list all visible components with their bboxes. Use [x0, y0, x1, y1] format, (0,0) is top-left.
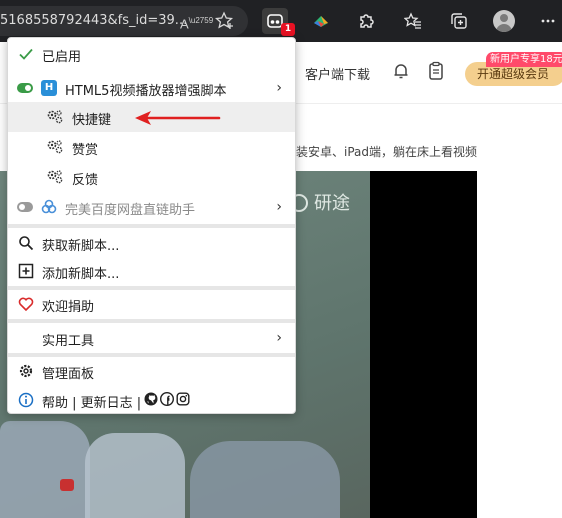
tampermonkey-extension-button[interactable]: 1 [262, 8, 295, 36]
video-watermark: 研途 [290, 189, 350, 215]
menu-item-label: 赞赏 [72, 143, 99, 158]
menu-item-label: 快捷键 [72, 113, 112, 128]
client-download-link[interactable]: 客户端下载 [305, 64, 370, 83]
instagram-icon[interactable] [176, 392, 192, 408]
menu-item-donate-script[interactable]: 赞赏 [8, 132, 295, 162]
video-person [190, 441, 340, 518]
chevron-right-icon: › [276, 330, 282, 346]
video-letterbox [370, 171, 477, 518]
toggle-knob [25, 85, 31, 91]
github-icon[interactable] [144, 392, 160, 408]
facebook-icon[interactable] [159, 391, 176, 408]
script-toggle-switch[interactable] [17, 83, 33, 93]
menu-item-get-new-script[interactable]: 获取新脚本... [8, 228, 295, 258]
profile-avatar[interactable] [493, 10, 515, 32]
avatar-body [496, 24, 512, 32]
read-aloud-label: A [180, 16, 189, 32]
gear-cluster-icon [46, 139, 63, 155]
video-person [0, 421, 90, 518]
toggle-knob [19, 204, 25, 210]
read-aloud-icon[interactable]: A\u2759 [180, 10, 213, 32]
tampermonkey-menu: 已启用 H HTML5视频播放器增强脚本 › 快捷键 赞赏 反馈 完美百度网盘直… [7, 37, 296, 414]
bell-icon[interactable] [392, 62, 410, 84]
clipboard-icon[interactable] [427, 61, 445, 85]
script-icon-letter: H [44, 82, 54, 93]
checkmark-icon [18, 46, 34, 62]
chevron-right-icon: › [276, 80, 282, 96]
more-options-icon[interactable] [535, 8, 561, 34]
menu-item-label: 已启用 [42, 50, 82, 65]
url-text[interactable]: 5168558792443&fs_id=39... [0, 6, 187, 36]
page-description: 装安卓、iPad端，躺在床上看视频 [296, 145, 478, 159]
gear-cluster-icon [46, 109, 63, 125]
menu-item-help[interactable]: 帮助 | 更新日志 | [8, 385, 295, 415]
video-person [85, 433, 185, 518]
annotation-arrow-icon [135, 111, 221, 125]
avatar-head [500, 14, 508, 22]
extension-badge: 1 [281, 23, 295, 36]
promo-tag: 新用户专享18元 [486, 52, 562, 67]
script-html5-icon: H [41, 80, 57, 96]
info-icon [18, 392, 34, 408]
script-toggle-switch[interactable] [17, 202, 33, 212]
menu-item-feedback[interactable]: 反馈 [8, 162, 295, 192]
search-icon [18, 235, 34, 251]
extensions-puzzle-icon[interactable] [353, 8, 379, 34]
menu-item-label: 实用工具 [42, 334, 95, 349]
gear-cluster-icon [46, 169, 63, 185]
menu-item-donate[interactable]: 欢迎捐助 [8, 289, 295, 319]
menu-item-add-new-script[interactable]: 添加新脚本... [8, 256, 295, 286]
browser-toolbar: 5168558792443&fs_id=39... A\u2759 1 [0, 0, 562, 42]
menu-item-label: 欢迎捐助 [42, 300, 95, 315]
menu-item-label: 获取新脚本... [42, 239, 120, 254]
add-box-icon [18, 263, 34, 279]
menu-item-utilities[interactable]: 实用工具 › [8, 323, 295, 353]
menu-item-label: 完美百度网盘直链助手 [65, 203, 196, 218]
script-baidu-icon [41, 199, 57, 215]
collections-icon[interactable] [446, 8, 472, 34]
gear-icon [18, 363, 34, 379]
menu-item-label: 管理面板 [42, 367, 95, 382]
heart-icon [18, 296, 34, 312]
menu-item-label: 添加新脚本... [42, 267, 120, 282]
menu-item-script-baidu[interactable]: 完美百度网盘直链助手 › [8, 192, 295, 222]
video-red-object [60, 479, 74, 491]
chevron-right-icon: › [276, 199, 282, 215]
add-favorite-icon[interactable] [214, 10, 236, 32]
menu-item-enabled[interactable]: 已启用 [8, 39, 295, 69]
menu-item-label: 帮助 | 更新日志 | [42, 396, 142, 411]
colorful-extension-icon[interactable] [308, 8, 334, 34]
address-bar[interactable]: 5168558792443&fs_id=39... A\u2759 [0, 6, 248, 36]
menu-item-dashboard[interactable]: 管理面板 [8, 356, 295, 386]
watermark-text: 研途 [314, 193, 350, 214]
favorites-icon[interactable] [400, 8, 426, 34]
menu-item-script-html5[interactable]: H HTML5视频播放器增强脚本 › [8, 73, 295, 103]
menu-item-label: 反馈 [72, 173, 99, 188]
menu-item-label: HTML5视频播放器增强脚本 [65, 84, 227, 99]
